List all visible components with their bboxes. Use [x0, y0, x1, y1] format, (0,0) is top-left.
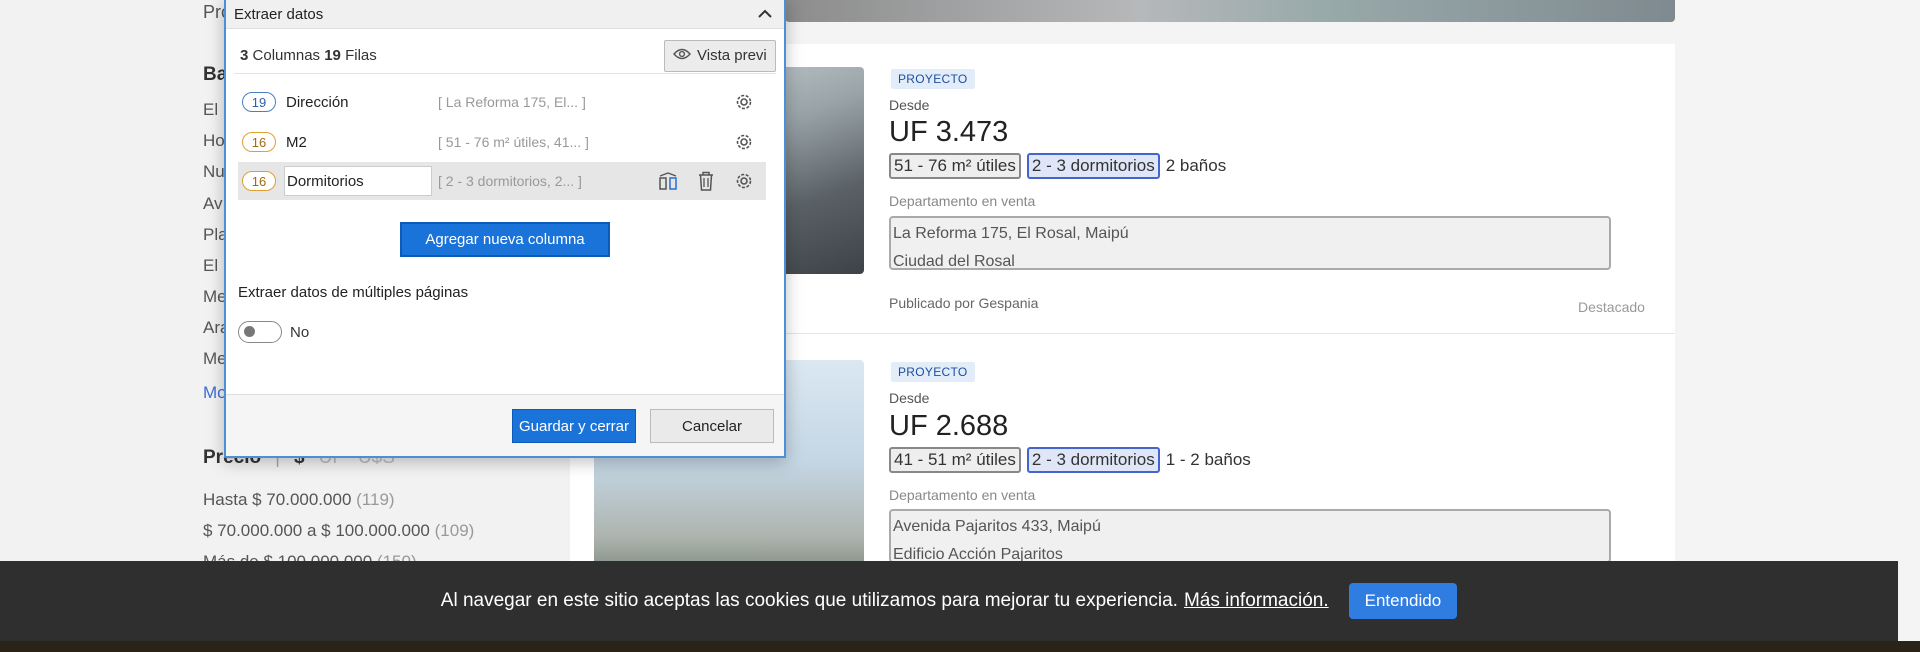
- address-line: Avenida Pajaritos 433, Maipú: [893, 518, 1101, 535]
- dialog-header[interactable]: Extraer datos: [226, 0, 784, 29]
- price-option-label: $ 70.000.000 a $ 100.000.000: [203, 521, 430, 540]
- property-type: Departamento en venta: [889, 487, 1036, 503]
- row-count-badge: 16: [242, 171, 276, 191]
- project-badge: PROYECTO: [891, 69, 975, 89]
- columns-count: 3: [240, 47, 249, 64]
- trash-icon[interactable]: [694, 169, 718, 193]
- footer-strip: [0, 641, 1920, 652]
- publisher-text: Publicado por Gespania: [889, 295, 1039, 311]
- chevron-up-icon[interactable]: [756, 5, 774, 23]
- listing-features: 41 - 51 m² útiles 2 - 3 dormitorios 1 - …: [889, 447, 1251, 473]
- column-name[interactable]: M2: [284, 127, 432, 157]
- highlight-selector-icon[interactable]: [656, 169, 680, 193]
- listing-price: UF 2.688: [889, 410, 1009, 442]
- preview-label: Vista previ: [697, 47, 767, 64]
- area-chip: 51 - 76 m² útiles: [889, 153, 1021, 179]
- from-label: Desde: [889, 390, 930, 406]
- rows-count: 19: [324, 47, 341, 64]
- row-count-badge: 19: [242, 92, 276, 112]
- gear-icon[interactable]: [732, 130, 756, 154]
- property-type: Departamento en venta: [889, 193, 1036, 209]
- dialog-summary: 3 Columnas 19 Filas Vista previ: [234, 38, 776, 74]
- gear-icon[interactable]: [732, 90, 756, 114]
- multi-page-label: Extraer datos de múltiples páginas: [238, 284, 469, 301]
- column-name[interactable]: Dirección: [284, 87, 432, 117]
- row-actions: [732, 130, 756, 154]
- toggle-knob: [244, 326, 255, 337]
- price-option-count: (119): [356, 490, 395, 509]
- listing-features: 51 - 76 m² útiles 2 - 3 dormitorios 2 ba…: [889, 153, 1226, 179]
- area-chip: 41 - 51 m² útiles: [889, 447, 1021, 473]
- from-label: Desde: [889, 97, 930, 113]
- column-preview: [ La Reforma 175, El... ]: [438, 94, 586, 110]
- bedrooms-chip: 2 - 3 dormitorios: [1026, 153, 1160, 179]
- multi-page-toggle[interactable]: [238, 321, 282, 343]
- featured-label: Destacado: [1578, 299, 1645, 315]
- listing-price: UF 3.473: [889, 116, 1009, 148]
- row-count-badge: 16: [242, 132, 276, 152]
- eye-icon: [673, 47, 691, 64]
- address-box: La Reforma 175, El Rosal, Maipú Ciudad d…: [889, 216, 1611, 270]
- sidebar-item[interactable]: Ho: [203, 131, 225, 151]
- column-name-input[interactable]: Dormitorios: [284, 166, 432, 196]
- rows-label: Filas: [345, 47, 377, 64]
- price-option[interactable]: $ 70.000.000 a $ 100.000.000 (109): [203, 521, 474, 541]
- row-actions: [732, 90, 756, 114]
- extract-data-dialog: Extraer datos 3 Columnas 19 Filas Vista …: [224, 0, 786, 458]
- toggle-state-label: No: [290, 324, 310, 341]
- column-row[interactable]: 16 M2 [ 51 - 76 m² útiles, 41... ]: [238, 123, 766, 161]
- accept-cookies-button[interactable]: Entendido: [1348, 583, 1458, 619]
- project-name: Ciudad del Rosal: [893, 253, 1015, 270]
- row-actions: [656, 169, 756, 193]
- columns-label: Columnas: [252, 47, 321, 64]
- column-preview: [ 2 - 3 dormitorios, 2... ]: [438, 173, 582, 189]
- address-line: La Reforma 175, El Rosal, Maipú: [893, 225, 1129, 242]
- price-option-label: Hasta $ 70.000.000: [203, 490, 352, 509]
- price-option-count: (109): [434, 521, 475, 540]
- save-and-close-button[interactable]: Guardar y cerrar: [512, 409, 636, 443]
- column-row[interactable]: 19 Dirección [ La Reforma 175, El... ]: [238, 83, 766, 121]
- cookie-message: Al navegar en este sitio aceptas las coo…: [440, 590, 1178, 611]
- baths-text: 2 baños: [1165, 156, 1227, 175]
- summary-text: 3 Columnas 19 Filas: [234, 47, 377, 64]
- gear-icon[interactable]: [732, 169, 756, 193]
- cancel-button[interactable]: Cancelar: [650, 409, 774, 443]
- column-preview: [ 51 - 76 m² útiles, 41... ]: [438, 134, 589, 150]
- bedrooms-chip: 2 - 3 dormitorios: [1026, 447, 1160, 473]
- address-box: Avenida Pajaritos 433, Maipú Edificio Ac…: [889, 509, 1611, 563]
- column-row-selected[interactable]: 16 Dormitorios [ 2 - 3 dormitorios, 2...…: [238, 162, 766, 200]
- sidebar-item[interactable]: Av: [203, 194, 223, 214]
- project-badge: PROYECTO: [891, 362, 975, 382]
- sidebar-item[interactable]: Nu: [203, 162, 225, 182]
- price-option[interactable]: Hasta $ 70.000.000 (119): [203, 490, 395, 510]
- more-info-link[interactable]: Más información.: [1184, 590, 1329, 612]
- cookie-banner: Al navegar en este sitio aceptas las coo…: [0, 561, 1898, 641]
- previous-listing-image: [785, 0, 1675, 22]
- dialog-title: Extraer datos: [234, 5, 324, 23]
- preview-button[interactable]: Vista previ: [664, 39, 776, 72]
- baths-text: 1 - 2 baños: [1165, 450, 1251, 469]
- dialog-footer: Guardar y cerrar Cancelar: [226, 394, 784, 456]
- page-scrollbar[interactable]: [1898, 0, 1920, 641]
- add-column-button[interactable]: Agregar nueva columna: [400, 222, 610, 257]
